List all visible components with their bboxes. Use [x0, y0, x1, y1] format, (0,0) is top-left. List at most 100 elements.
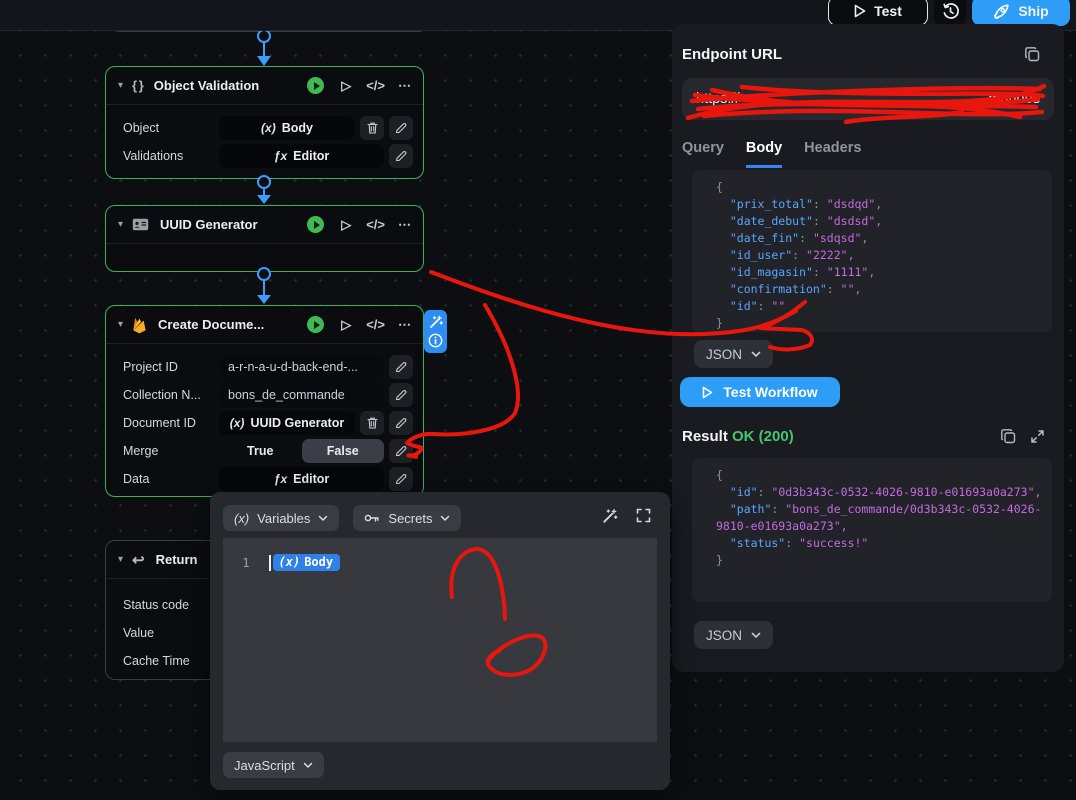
run-node-icon[interactable]: ▷: [341, 78, 351, 94]
test-button[interactable]: Test: [828, 0, 928, 26]
more-icon[interactable]: ⋯: [398, 217, 411, 233]
node-title: Object Validation: [153, 78, 260, 93]
edit-button[interactable]: [389, 411, 413, 435]
variable-icon: (x): [234, 510, 250, 526]
field-row-object: Object (x) Body: [106, 114, 423, 142]
node-object-validation[interactable]: ▾ { } Object Validation ▷ </> ⋯ Object (…: [105, 66, 424, 179]
tab-body[interactable]: Body: [745, 140, 783, 168]
result-json[interactable]: { "id": "0d3b343c-0532-4026-9810-e01693a…: [692, 458, 1052, 602]
fx-icon: ƒx: [273, 472, 288, 486]
body-variable-chip[interactable]: (x) Body: [272, 554, 341, 571]
edit-button[interactable]: [389, 144, 413, 168]
chevron-down-icon[interactable]: ▾: [118, 219, 123, 230]
pencil-icon: [395, 474, 407, 485]
code-icon[interactable]: </>: [366, 217, 385, 232]
history-button[interactable]: [934, 0, 966, 26]
code-icon[interactable]: </>: [366, 78, 385, 93]
rocket-icon: [994, 3, 1009, 19]
copy-url-icon[interactable]: [1024, 46, 1041, 63]
node-title: Return: [155, 552, 198, 567]
field-label: Collection N...: [123, 388, 201, 402]
editor-actions: [602, 508, 651, 524]
info-icon[interactable]: [428, 333, 443, 348]
variable-icon: (x): [229, 416, 245, 430]
ship-button-label: Ship: [1018, 3, 1049, 19]
field-label: Document ID: [123, 416, 196, 430]
firebase-icon: [133, 317, 146, 333]
language-dropdown[interactable]: JavaScript: [223, 752, 324, 778]
fx-icon: ƒx: [273, 149, 288, 163]
pencil-icon: [395, 446, 407, 457]
run-success-icon[interactable]: [307, 316, 325, 333]
run-node-icon[interactable]: ▷: [341, 317, 351, 333]
more-icon[interactable]: ⋯: [398, 78, 411, 94]
edit-button[interactable]: [389, 355, 413, 379]
node-title: Create Docume...: [158, 317, 265, 332]
edit-button[interactable]: [389, 467, 413, 491]
data-editor-chip[interactable]: ƒx Editor: [219, 467, 384, 491]
tab-headers[interactable]: Headers: [804, 140, 861, 168]
run-node-icon[interactable]: ▷: [341, 217, 351, 233]
run-success-icon[interactable]: [307, 216, 325, 233]
test-workflow-button[interactable]: Test Workflow: [680, 377, 840, 407]
editor-toolbar: (x) Variables Secrets: [223, 505, 462, 531]
pencil-icon: [395, 123, 407, 134]
format-label: JSON: [706, 346, 743, 362]
edit-button[interactable]: [389, 116, 413, 140]
ship-button[interactable]: Ship: [972, 0, 1070, 26]
endpoint-url-field[interactable]: https:// mandes: [682, 78, 1054, 120]
field-label: Object: [123, 121, 160, 135]
result-heading: Result: [682, 428, 728, 445]
body-format-select[interactable]: JSON: [694, 340, 774, 368]
chevron-down-icon[interactable]: ▾: [118, 319, 123, 330]
collection-name-input[interactable]: bons_de_commande: [219, 383, 384, 407]
merge-true-option[interactable]: True: [219, 439, 302, 463]
delete-button[interactable]: [360, 411, 384, 435]
chevron-down-icon[interactable]: ▾: [118, 554, 123, 565]
test-workflow-label: Test Workflow: [723, 384, 818, 400]
chevron-down-icon[interactable]: ▾: [118, 80, 123, 91]
merge-false-option[interactable]: False: [301, 439, 384, 463]
code-icon[interactable]: </>: [366, 317, 385, 332]
request-body-json[interactable]: { "prix_total": "dsdqd", "date_debut": "…: [692, 170, 1052, 332]
project-id-input[interactable]: a-r-n-a-u-d-back-end-...: [219, 355, 384, 379]
chevron-down-icon: [303, 762, 312, 768]
node-quick-actions: [424, 310, 447, 353]
variables-dropdown[interactable]: (x) Variables: [223, 505, 340, 531]
validations-editor-chip[interactable]: ƒx Editor: [219, 144, 384, 168]
field-label: Project ID: [123, 360, 178, 374]
more-icon[interactable]: ⋯: [398, 317, 411, 333]
test-button-label: Test: [874, 3, 902, 19]
magic-wand-icon[interactable]: [429, 315, 443, 329]
document-id-chip[interactable]: (x) UUID Generator: [219, 411, 355, 435]
object-value-chip[interactable]: (x) Body: [219, 116, 355, 140]
node-title: UUID Generator: [160, 217, 258, 232]
node-uuid-generator[interactable]: ▾ UUID Generator ▷ </> ⋯: [105, 205, 424, 272]
expand-result-icon[interactable]: [1030, 429, 1045, 444]
merge-toggle: True False: [219, 439, 384, 463]
run-success-icon[interactable]: [307, 77, 325, 94]
edit-button[interactable]: [389, 383, 413, 407]
code-editor[interactable]: 1 (x) Body: [223, 538, 657, 742]
chevron-down-icon: [751, 632, 761, 638]
endpoint-url-heading: Endpoint URL: [682, 46, 782, 63]
return-arrow-icon: ↩: [132, 551, 145, 569]
magic-wand-icon[interactable]: [602, 508, 618, 524]
result-format-select[interactable]: JSON: [694, 621, 774, 649]
delete-button[interactable]: [360, 116, 384, 140]
history-icon: [942, 2, 959, 19]
edit-button[interactable]: [389, 439, 413, 463]
pencil-icon: [395, 151, 407, 162]
copy-result-icon[interactable]: [1000, 428, 1017, 445]
field-row-document-id: Document ID (x) UUID Generator: [106, 409, 423, 437]
chevron-down-icon: [751, 351, 761, 357]
chevron-down-icon: [319, 515, 328, 521]
endpoint-panel: Endpoint URL https:// mandes Query Body …: [672, 24, 1064, 672]
fullscreen-icon[interactable]: [636, 508, 651, 523]
node-header: ▾ UUID Generator ▷ </> ⋯: [106, 206, 423, 244]
tab-query[interactable]: Query: [682, 140, 724, 168]
field-row-validations: Validations ƒx Editor: [106, 142, 423, 170]
secrets-dropdown[interactable]: Secrets: [353, 505, 462, 531]
node-create-document[interactable]: ▾ Create Docume... ▷ </> ⋯ Project ID a-…: [105, 305, 424, 497]
field-row-project-id: Project ID a-r-n-a-u-d-back-end-...: [106, 353, 423, 381]
